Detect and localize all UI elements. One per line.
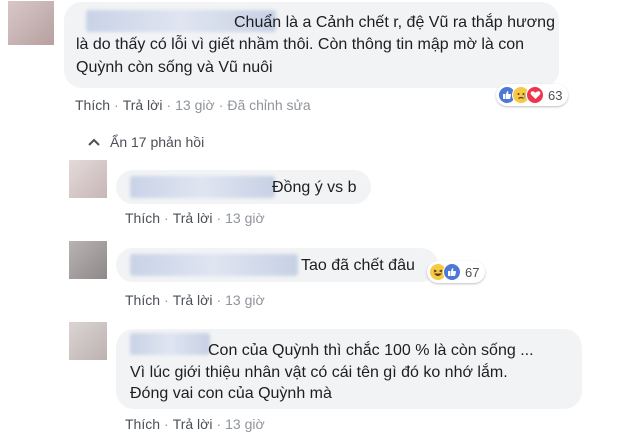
love-reaction-icon bbox=[526, 86, 544, 104]
like-link[interactable]: Thích bbox=[125, 416, 160, 432]
edited-label[interactable]: Đã chỉnh sửa bbox=[227, 97, 310, 113]
separator: · bbox=[216, 416, 222, 432]
reaction-count: 63 bbox=[548, 87, 563, 103]
reply-text: Tao đã chết đâu bbox=[301, 257, 415, 274]
reactions-summary[interactable]: 63 bbox=[496, 84, 569, 106]
reply-link[interactable]: Trả lời bbox=[173, 210, 213, 226]
reply-text-line: Vì lúc giới thiệu nhân vật có cái tên gì… bbox=[130, 364, 508, 381]
comment-bubble: Chuẩn là a Cảnh chết r, đệ Vũ ra thắp hư… bbox=[64, 2, 559, 88]
reply-text-line: Con của Quỳnh thì chắc 100 % là còn sống… bbox=[208, 342, 534, 359]
separator: · bbox=[164, 210, 169, 226]
comment-actions: Thích · Trả lời · 13 giờ · Đã chỉnh sửa bbox=[75, 97, 311, 113]
comment-text-line: Quỳnh còn sống và Vũ nuôi bbox=[76, 59, 273, 76]
commenter-name-blurred[interactable] bbox=[130, 176, 275, 198]
like-link[interactable]: Thích bbox=[125, 210, 160, 226]
avatar[interactable] bbox=[8, 1, 54, 45]
avatar[interactable] bbox=[69, 160, 107, 198]
like-link[interactable]: Thích bbox=[125, 292, 160, 308]
separator: · bbox=[218, 97, 224, 113]
comment-text-line: là do thấy có lỗi vì giết nhầm thôi. Còn… bbox=[76, 36, 525, 53]
comment-text-line: Chuẩn là a Cảnh chết r, đệ Vũ ra thắp hư… bbox=[234, 14, 555, 31]
timestamp[interactable]: 13 giờ bbox=[225, 292, 265, 308]
separator: · bbox=[216, 210, 222, 226]
reactions-summary[interactable]: 67 bbox=[427, 261, 486, 283]
reply-actions: Thích · Trả lời · 13 giờ bbox=[125, 416, 265, 432]
reply-bubble: Tao đã chết đâu bbox=[116, 248, 438, 282]
reaction-count: 67 bbox=[465, 264, 480, 280]
reply-link[interactable]: Trả lời bbox=[123, 97, 163, 113]
separator: · bbox=[216, 292, 222, 308]
commenter-name-blurred[interactable] bbox=[130, 254, 298, 276]
like-link[interactable]: Thích bbox=[75, 97, 110, 113]
reply-bubble: Đồng ý vs b bbox=[116, 170, 371, 204]
reply-text: Đồng ý vs b bbox=[272, 179, 357, 196]
reply-link[interactable]: Trả lời bbox=[173, 292, 213, 308]
separator: · bbox=[166, 97, 172, 113]
hide-replies-label: Ẩn 17 phản hồi bbox=[110, 134, 205, 150]
separator: · bbox=[114, 97, 119, 113]
avatar[interactable] bbox=[69, 322, 107, 360]
commenter-name-blurred[interactable] bbox=[130, 333, 210, 355]
separator: · bbox=[164, 416, 169, 432]
hide-replies-button[interactable]: Ẩn 17 phản hồi bbox=[88, 134, 204, 150]
reply-bubble: Con của Quỳnh thì chắc 100 % là còn sống… bbox=[116, 329, 582, 409]
reply-text-line: Đóng vai con của Quỳnh mà bbox=[130, 385, 332, 402]
reply-actions: Thích · Trả lời · 13 giờ bbox=[125, 292, 265, 308]
timestamp[interactable]: 13 giờ bbox=[225, 416, 265, 432]
reply-link[interactable]: Trả lời bbox=[173, 416, 213, 432]
chevron-up-icon bbox=[88, 138, 100, 146]
separator: · bbox=[164, 292, 169, 308]
avatar[interactable] bbox=[69, 241, 107, 279]
timestamp[interactable]: 13 giờ bbox=[175, 97, 215, 113]
like-reaction-icon bbox=[443, 263, 461, 281]
reply-actions: Thích · Trả lời · 13 giờ bbox=[125, 210, 265, 226]
timestamp[interactable]: 13 giờ bbox=[225, 210, 265, 226]
